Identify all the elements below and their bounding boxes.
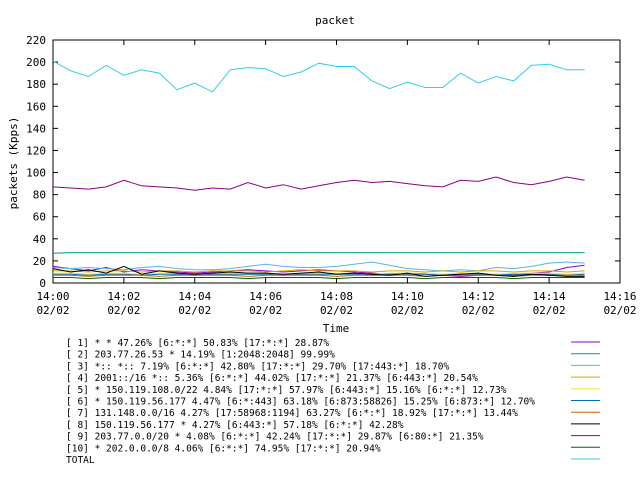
legend-entry-6: [ 6] * 150.119.56.177 4.47% [6:*:443] 63…: [66, 397, 535, 408]
legend: [ 1] * * 47.26% [6:*:*] 50.83% [17:*:*] …: [66, 338, 600, 466]
chart-title: packet: [315, 14, 355, 27]
plot-lines: [52, 60, 585, 280]
y-tick-label: 100: [26, 167, 46, 180]
plot-frame: [52, 39, 621, 284]
x-tick-time: 14:12: [462, 290, 495, 303]
series-line-10: [53, 277, 585, 280]
y-tick-label: 20: [33, 255, 46, 268]
x-tick-date: 02/02: [178, 304, 211, 317]
y-tick-label: 220: [26, 34, 46, 47]
legend-entry-10: [10] * 202.0.0.0/8 4.06% [6:*:*] 74.95% …: [66, 443, 381, 454]
x-axis-label: Time: [323, 322, 350, 335]
legend-entry-2: [ 2] 203.77.26.53 * 14.19% [1:2048:2048]…: [66, 350, 335, 361]
series-line-11: [52, 60, 585, 93]
legend-entry-4: [ 4] 2001::/16 *:: 5.36% [6:*:*] 44.02% …: [66, 373, 478, 384]
y-tick-label: 140: [26, 122, 46, 135]
legend-entry-5: [ 5] * 150.119.108.0/22 4.84% [17:*:*] 5…: [66, 385, 507, 396]
x-tick-time: 14:14: [533, 290, 566, 303]
y-tick-label: 80: [33, 189, 46, 202]
x-tick-time: 14:10: [391, 290, 424, 303]
legend-entry-8: [ 8] 150.119.56.177 * 4.27% [6:443:*] 57…: [66, 420, 404, 431]
y-tick-label: 60: [33, 211, 46, 224]
x-tick-date: 02/02: [462, 304, 495, 317]
legend-entry-7: [ 7] 131.148.0.0/16 4.27% [17:58968:1194…: [66, 408, 518, 419]
x-tick-time: 14:06: [249, 290, 282, 303]
x-tick-date: 02/02: [320, 304, 353, 317]
series-line-9: [52, 176, 585, 191]
y-tick-label: 0: [39, 277, 46, 290]
y-tick-label: 200: [26, 56, 46, 69]
x-tick-time: 14:04: [178, 290, 211, 303]
y-tick-label: 180: [26, 78, 46, 91]
x-tick-time: 14:02: [107, 290, 140, 303]
packet-chart: packet packets (Kpps) Time 0 20 40 60 80 100 1…: [7, 14, 637, 466]
x-tick-date: 02/02: [603, 304, 636, 317]
x-tick-date: 02/02: [533, 304, 566, 317]
legend-entry-11: TOTAL: [66, 455, 95, 466]
x-tick-time: 14:00: [36, 290, 69, 303]
x-tick-date: 02/02: [249, 304, 282, 317]
y-tick-label: 160: [26, 100, 46, 113]
x-tick-date: 02/02: [36, 304, 69, 317]
x-tick-date: 02/02: [391, 304, 424, 317]
y-tick-label: 40: [33, 233, 46, 246]
x-tick-date: 02/02: [107, 304, 140, 317]
x-tick-time: 14:16: [603, 290, 636, 303]
x-tick-time: 14:08: [320, 290, 353, 303]
legend-entry-1: [ 1] * * 47.26% [6:*:*] 50.83% [17:*:*] …: [66, 338, 329, 349]
legend-entry-9: [ 9] 203.77.0.0/20 * 4.08% [6:*:*] 42.24…: [66, 432, 484, 443]
y-axis-label: packets (Kpps): [7, 117, 20, 210]
legend-entry-3: [ 3] *:: *:: 7.19% [6:*:*] 42.80% [17:*:…: [66, 361, 449, 372]
series-line-2: [52, 252, 585, 254]
y-tick-label: 120: [26, 144, 46, 157]
